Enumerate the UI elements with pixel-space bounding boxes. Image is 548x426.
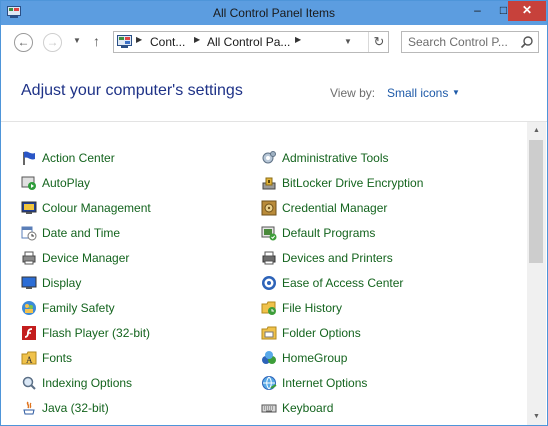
forward-button[interactable]: →	[43, 33, 62, 52]
vault-icon	[261, 200, 277, 216]
items-list: Action Center AutoPlay Colour Management…	[1, 122, 527, 425]
refresh-button[interactable]: ↻	[368, 32, 389, 52]
scroll-thumb[interactable]	[529, 140, 543, 263]
control-panel-icon	[117, 35, 132, 48]
back-button[interactable]: ←	[14, 33, 33, 52]
scroll-up-button[interactable]: ▲	[527, 122, 546, 139]
homegroup-icon	[262, 351, 276, 364]
ease-access-icon	[262, 276, 276, 290]
calendar-clock-icon	[21, 226, 37, 241]
monitor-icon	[21, 201, 37, 214]
search-box[interactable]	[401, 31, 539, 53]
breadcrumb-control-panel[interactable]: Cont...	[150, 35, 185, 49]
breadcrumb-separator[interactable]: ▶	[194, 35, 200, 44]
minimize-button[interactable]: –	[464, 1, 491, 21]
address-bar[interactable]: ▶ Cont... ▶ All Control Pa... ▶ ▼ ↻	[113, 31, 389, 53]
bitlocker-icon	[262, 177, 276, 190]
svg-text:A: A	[26, 355, 33, 365]
view-by-label: View by:	[330, 86, 376, 100]
tools-icon	[262, 151, 276, 164]
search-icon[interactable]	[520, 35, 534, 49]
control-panel-window: All Control Panel Items – □ ✕ ← → ▼ ↑ ▶ …	[0, 0, 548, 426]
search-input[interactable]	[408, 34, 512, 50]
chevron-down-icon[interactable]: ▼	[452, 88, 460, 97]
breadcrumb-separator[interactable]: ▶	[295, 35, 301, 44]
fonts-folder-icon: A	[21, 351, 37, 365]
file-history-icon	[261, 301, 276, 315]
navigation-bar: ← → ▼ ↑ ▶ Cont... ▶ All Control Pa... ▶ …	[1, 25, 547, 61]
display-icon	[21, 276, 37, 289]
page-title: Adjust your computer's settings	[21, 82, 243, 99]
internet-icon	[262, 376, 277, 390]
vertical-scrollbar[interactable]: ▲ ▼	[527, 122, 546, 425]
printer-icon	[262, 251, 276, 265]
flag-icon	[23, 151, 35, 165]
breadcrumb-all-items[interactable]: All Control Pa...	[207, 35, 290, 49]
folder-options-icon	[261, 326, 277, 340]
content-header: Adjust your computer's settings View by:…	[1, 61, 547, 122]
view-by-dropdown[interactable]: Small icons	[387, 86, 448, 100]
autoplay-icon	[21, 176, 36, 190]
java-icon	[23, 401, 35, 415]
up-button[interactable]: ↑	[93, 33, 100, 49]
family-icon	[22, 301, 36, 315]
address-dropdown-icon[interactable]: ▼	[344, 37, 352, 46]
breadcrumb-separator[interactable]: ▶	[136, 35, 142, 44]
title-bar[interactable]: All Control Panel Items – □ ✕	[1, 1, 547, 25]
scroll-down-button[interactable]: ▼	[527, 408, 546, 425]
default-programs-icon	[261, 226, 277, 241]
recent-locations-button[interactable]: ▼	[73, 36, 81, 45]
keyboard-icon	[261, 404, 277, 413]
flash-icon	[22, 326, 36, 340]
magnifier-icon	[22, 376, 36, 390]
printer-device-icon	[22, 251, 36, 265]
close-button[interactable]: ✕	[508, 1, 546, 21]
